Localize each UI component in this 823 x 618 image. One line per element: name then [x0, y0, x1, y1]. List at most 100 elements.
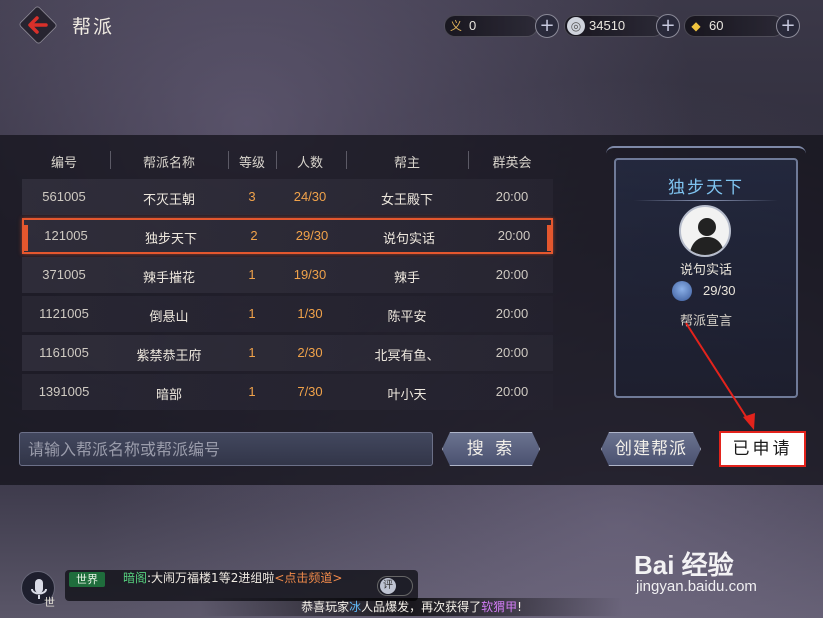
chat-message: 暗阁:大闹万福楼1等2进组啦<点击频道> — [123, 571, 383, 585]
channel-badge: 世界 — [69, 572, 105, 587]
detail-member-count: 29/30 — [703, 283, 736, 298]
back-arrow-icon[interactable] — [24, 10, 54, 40]
guild-name: 紫禁恭王府 — [136, 349, 202, 364]
guild-name: 独步天下 — [144, 232, 197, 247]
watermark-url: jingyan.baidu.com — [636, 578, 757, 595]
search-input[interactable] — [19, 432, 433, 466]
guild-event-time: 20:00 — [495, 189, 529, 204]
guild-id: 1391005 — [38, 384, 90, 399]
watermark-logo: Bai 经验 — [634, 550, 734, 580]
add-silver-button[interactable]: + — [656, 14, 680, 38]
table-row-selected[interactable]: 121005 独步天下 2 29/30 说句实话 20:00 — [22, 218, 553, 254]
applied-button[interactable]: 已申请 — [719, 431, 806, 467]
top-bar: 帮派 义 0 + ◎ 34510 + ◆ 60 + — [0, 0, 823, 52]
col-event: 群英会 — [492, 156, 532, 171]
righteousness-icon: 义 — [449, 19, 462, 33]
guild-leader: 女王殿下 — [380, 193, 433, 208]
detail-leader: 说句实话 — [679, 263, 732, 278]
ticker-prefix: 恭喜玩家 — [301, 600, 350, 614]
table-row[interactable]: 371005 辣手摧花 1 19/30 辣手 20:00 — [22, 257, 553, 293]
guild-level: 1 — [248, 345, 256, 360]
divider — [634, 200, 778, 201]
guild-leader: 辣手 — [393, 271, 420, 286]
declaration-label: 帮派宣言 — [679, 314, 732, 329]
silver-coin-icon: ◎ — [567, 17, 585, 35]
chat-bar[interactable]: 世界 暗阁:大闹万福楼1等2进组啦<点击频道> 评 — [65, 570, 418, 601]
table-row[interactable]: 561005 不灭王朝 3 24/30 女王殿下 20:00 — [22, 179, 553, 215]
table-row[interactable]: 1121005 倒悬山 1 1/30 陈平安 20:00 — [22, 296, 553, 332]
guild-event-time: 20:00 — [495, 384, 529, 399]
guild-id: 121005 — [44, 228, 88, 243]
guild-leader: 北冥有鱼、 — [374, 349, 440, 364]
voice-channel-label: 世 — [44, 596, 55, 609]
guild-table: 编号 帮派名称 等级 人数 帮主 群英会 561005 不灭王朝 3 24/30… — [22, 145, 553, 410]
resource-silver: ◎ 34510 — [564, 15, 664, 37]
divider — [228, 151, 229, 169]
silver-value: 34510 — [589, 18, 626, 33]
ticker-middle: 人品爆发，再次获得了 — [361, 600, 482, 614]
detail-guild-name: 独步天下 — [668, 178, 744, 198]
search-button[interactable]: 搜 索 — [442, 432, 540, 466]
table-row[interactable]: 1391005 暗部 1 7/30 叶小天 20:00 — [22, 374, 553, 410]
col-id: 编号 — [50, 156, 77, 171]
add-righteousness-button[interactable]: + — [535, 14, 559, 38]
guild-name: 倒悬山 — [149, 310, 189, 325]
ticker-item: 软猬甲 — [481, 600, 518, 614]
channel-link[interactable]: <点击频道> — [274, 571, 342, 585]
guild-members: 24/30 — [293, 189, 327, 204]
guild-members: 7/30 — [297, 384, 323, 399]
righteousness-value: 0 — [469, 18, 477, 33]
guild-leader: 陈平安 — [387, 310, 427, 325]
gold-ingot-icon: ◆ — [691, 19, 701, 33]
guild-members: 1/30 — [297, 306, 323, 321]
guild-members: 2/30 — [297, 345, 323, 360]
table-row[interactable]: 1161005 紫禁恭王府 1 2/30 北冥有鱼、 20:00 — [22, 335, 553, 371]
create-guild-button[interactable]: 创建帮派 — [601, 432, 701, 466]
chat-sender[interactable]: 暗阁 — [123, 571, 147, 585]
guild-level: 3 — [248, 189, 256, 204]
guild-detail-card: 独步天下 说句实话 29/30 帮派宣言 — [606, 146, 806, 406]
page-title: 帮派 — [72, 16, 115, 38]
members-icon — [672, 281, 692, 301]
watermark: Bai 经验 jingyan.baidu.com — [634, 545, 814, 605]
guild-id: 1161005 — [39, 345, 89, 360]
avatar[interactable] — [679, 205, 731, 257]
col-leader: 帮主 — [393, 156, 420, 171]
ticker-player: 冰 — [349, 600, 362, 614]
divider — [468, 151, 469, 169]
guild-level: 2 — [250, 228, 258, 243]
guild-level: 1 — [248, 306, 256, 321]
guild-leader: 叶小天 — [387, 388, 427, 403]
guild-level: 1 — [248, 267, 256, 282]
add-gold-button[interactable]: + — [776, 14, 800, 38]
chat-body: :大闹万福楼1等2进组啦 — [147, 571, 275, 585]
guild-leader: 说句实话 — [382, 232, 435, 247]
guild-event-time: 20:00 — [495, 267, 529, 282]
guild-members: 19/30 — [293, 267, 327, 282]
col-level: 等级 — [238, 156, 265, 171]
col-members: 人数 — [296, 156, 323, 171]
gold-value: 60 — [709, 18, 724, 33]
divider — [276, 151, 277, 169]
evaluate-toggle[interactable]: 评 — [377, 576, 413, 596]
guild-event-time: 20:00 — [497, 228, 531, 243]
guild-name: 不灭王朝 — [142, 193, 195, 208]
ticker-suffix: ! — [517, 600, 522, 614]
resource-gold: ◆ 60 — [684, 15, 784, 37]
evaluate-knob: 评 — [380, 578, 396, 594]
divider — [346, 151, 347, 169]
guild-id: 1121005 — [39, 306, 89, 321]
guild-level: 1 — [248, 384, 256, 399]
table-header: 编号 帮派名称 等级 人数 帮主 群英会 — [22, 145, 553, 175]
guild-name: 辣手摧花 — [142, 271, 195, 286]
guild-members: 29/30 — [295, 228, 329, 243]
guild-id: 371005 — [42, 267, 86, 282]
guild-id: 561005 — [42, 189, 86, 204]
system-announcement: 恭喜玩家冰人品爆发，再次获得了软猬甲! — [200, 598, 623, 616]
guild-name: 暗部 — [155, 388, 182, 403]
resource-righteousness: 义 0 — [444, 15, 538, 37]
col-name: 帮派名称 — [142, 156, 195, 171]
guild-event-time: 20:00 — [495, 345, 529, 360]
divider — [110, 151, 111, 169]
guild-event-time: 20:00 — [495, 306, 529, 321]
